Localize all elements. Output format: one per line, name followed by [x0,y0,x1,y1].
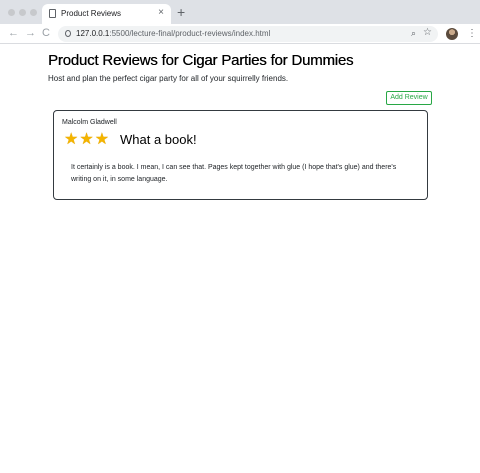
review-card: Malcolm Gladwell ★ ★ ★ What a book! It cer… [53,110,428,200]
rating-stars: ★ ★ ★ [64,131,109,149]
add-review-button[interactable]: Add Review [386,91,432,105]
minimize-window-dot[interactable] [19,9,26,16]
star-icon: ★ [79,131,94,148]
star-icon: ★ [64,131,79,148]
url-path: :5500/lecture-final/product-reviews/inde… [109,29,271,38]
forward-icon[interactable]: → [25,27,36,40]
bookmark-star-icon[interactable]: ☆ [423,26,432,40]
url-text[interactable]: 127.0.0.1:5500/lecture-final/product-rev… [76,29,270,39]
address-bar[interactable]: 127.0.0.1:5500/lecture-final/product-rev… [58,26,438,42]
page-subtitle: Host and plan the perfect cigar party fo… [48,74,289,83]
tab-product-reviews[interactable]: Product Reviews × [42,4,171,24]
zoom-icon[interactable]: ⌕ [411,27,416,39]
browser-tab-strip: Product Reviews × + [0,0,480,24]
page-icon [49,9,56,18]
tab-title: Product Reviews [61,9,122,18]
tab-close-icon[interactable]: × [158,7,164,19]
review-author: Malcolm Gladwell [62,119,117,126]
close-window-dot[interactable] [8,9,15,16]
reload-icon[interactable]: C [42,27,50,40]
review-title: What a book! [120,132,197,147]
browser-toolbar: ← → C 127.0.0.1:5500/lecture-final/produ… [0,24,480,44]
profile-avatar[interactable] [446,28,458,40]
review-body: It certainly is a book. I mean, I can se… [71,164,397,183]
back-icon[interactable]: ← [8,27,19,40]
maximize-window-dot[interactable] [30,9,37,16]
new-tab-button[interactable]: + [177,5,185,19]
star-icon: ★ [94,131,110,148]
menu-icon[interactable]: ⋮ [467,27,477,41]
page-title: Product Reviews for Cigar Parties for Du… [48,52,354,69]
url-host: 127.0.0.1 [76,29,110,38]
info-icon[interactable] [65,30,71,37]
